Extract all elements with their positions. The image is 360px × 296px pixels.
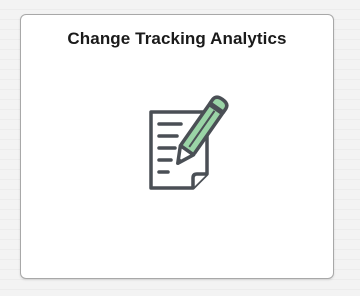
- change-tracking-analytics-tile[interactable]: Change Tracking Analytics: [20, 14, 334, 279]
- tile-title: Change Tracking Analytics: [67, 29, 287, 48]
- document-edit-icon: [149, 95, 229, 190]
- page-background: Change Tracking Analytics: [0, 0, 360, 296]
